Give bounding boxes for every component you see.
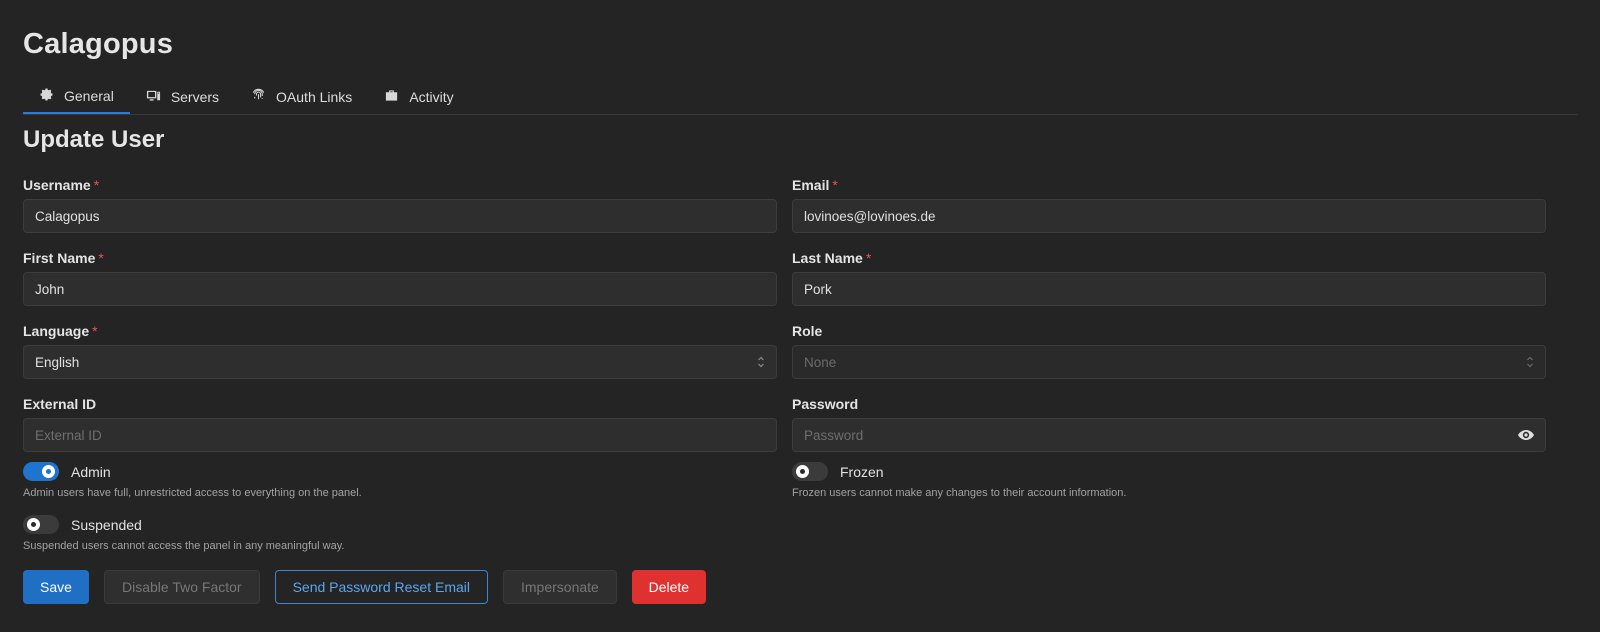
role-select[interactable]: None bbox=[792, 345, 1546, 379]
chevron-up-down-icon bbox=[757, 355, 765, 369]
role-field-group: Role None bbox=[792, 323, 1546, 379]
role-label: Role bbox=[792, 323, 823, 339]
frozen-toggle[interactable] bbox=[792, 462, 828, 481]
first-name-input[interactable]: John bbox=[23, 272, 777, 306]
required-marker: * bbox=[93, 177, 100, 193]
admin-label: Admin bbox=[71, 463, 111, 480]
password-label: Password bbox=[792, 396, 859, 412]
send-password-reset-button[interactable]: Send Password Reset Email bbox=[274, 570, 488, 604]
tab-general[interactable]: General bbox=[23, 80, 130, 114]
tab-activity[interactable]: Activity bbox=[368, 80, 469, 114]
admin-toggle[interactable] bbox=[23, 462, 59, 481]
email-input[interactable]: lovinoes@lovinoes.de bbox=[792, 199, 1546, 233]
app-title: Calagopus bbox=[23, 28, 174, 60]
language-field-group: Language * English bbox=[23, 323, 777, 379]
frozen-switch-group: Frozen Frozen users cannot make any chan… bbox=[792, 462, 1126, 499]
impersonate-button[interactable]: Impersonate bbox=[503, 570, 617, 604]
tab-servers-label: Servers bbox=[170, 89, 220, 105]
required-marker: * bbox=[832, 177, 838, 193]
tab-activity-label: Activity bbox=[409, 89, 454, 105]
first-name-field-group: First Name * John bbox=[23, 250, 777, 306]
tab-bar: General Servers OAuth Links Activity bbox=[23, 80, 1578, 115]
disable-two-factor-button[interactable]: Disable Two Factor bbox=[104, 570, 260, 604]
role-select-value: None bbox=[804, 354, 837, 370]
password-placeholder: Password bbox=[804, 427, 864, 443]
language-label: Language * bbox=[23, 323, 98, 339]
tab-servers[interactable]: Servers bbox=[130, 80, 235, 114]
username-label: Username * bbox=[23, 177, 100, 193]
admin-switch-group: Admin Admin users have full, unrestricte… bbox=[23, 462, 362, 499]
language-select-value: English bbox=[35, 354, 80, 370]
first-name-label: First Name * bbox=[23, 250, 104, 266]
language-select[interactable]: English bbox=[23, 345, 777, 379]
username-field-group: Username * Calagopus bbox=[23, 177, 777, 233]
admin-description: Admin users have full, unrestricted acce… bbox=[23, 487, 362, 499]
tab-general-label: General bbox=[64, 88, 114, 104]
gear-icon bbox=[39, 87, 54, 105]
external-id-label: External ID bbox=[23, 396, 97, 412]
required-marker: * bbox=[98, 250, 104, 266]
action-bar: Save Disable Two Factor Send Password Re… bbox=[23, 570, 706, 604]
suspended-toggle[interactable] bbox=[23, 515, 59, 534]
suspended-switch-group: Suspended Suspended users cannot access … bbox=[23, 515, 344, 552]
update-user-page: Calagopus General Servers OAuth Links Ac… bbox=[0, 0, 1600, 632]
fingerprint-icon bbox=[251, 88, 266, 106]
last-name-input[interactable]: Pork bbox=[792, 272, 1546, 306]
last-name-field-group: Last Name * Pork bbox=[792, 250, 1546, 306]
delete-button[interactable]: Delete bbox=[631, 570, 706, 604]
form-title: Update User bbox=[23, 126, 165, 153]
servers-icon bbox=[146, 88, 161, 106]
suspended-description: Suspended users cannot access the panel … bbox=[23, 540, 345, 552]
external-id-field-group: External ID External ID bbox=[23, 396, 777, 452]
required-marker: * bbox=[865, 250, 872, 266]
email-label: Email * bbox=[792, 177, 838, 193]
required-marker: * bbox=[92, 323, 98, 339]
toggle-knob bbox=[27, 518, 40, 531]
tab-oauth-links-label: OAuth Links bbox=[276, 89, 353, 105]
frozen-description: Frozen users cannot make any changes to … bbox=[792, 487, 1127, 499]
save-button[interactable]: Save bbox=[23, 570, 89, 604]
frozen-label: Frozen bbox=[840, 463, 884, 480]
briefcase-icon bbox=[384, 88, 399, 106]
suspended-label: Suspended bbox=[71, 516, 142, 533]
tab-oauth-links[interactable]: OAuth Links bbox=[235, 80, 368, 114]
toggle-knob bbox=[42, 465, 55, 478]
password-input[interactable]: Password bbox=[792, 418, 1546, 452]
last-name-label: Last Name * bbox=[792, 250, 872, 266]
external-id-input[interactable]: External ID bbox=[23, 418, 777, 452]
password-field-group: Password Password bbox=[792, 396, 1546, 452]
chevron-up-down-icon bbox=[1526, 355, 1534, 369]
email-field-group: Email * lovinoes@lovinoes.de bbox=[792, 177, 1546, 233]
toggle-knob bbox=[796, 465, 809, 478]
username-input[interactable]: Calagopus bbox=[23, 199, 777, 233]
eye-icon[interactable] bbox=[1517, 426, 1535, 444]
